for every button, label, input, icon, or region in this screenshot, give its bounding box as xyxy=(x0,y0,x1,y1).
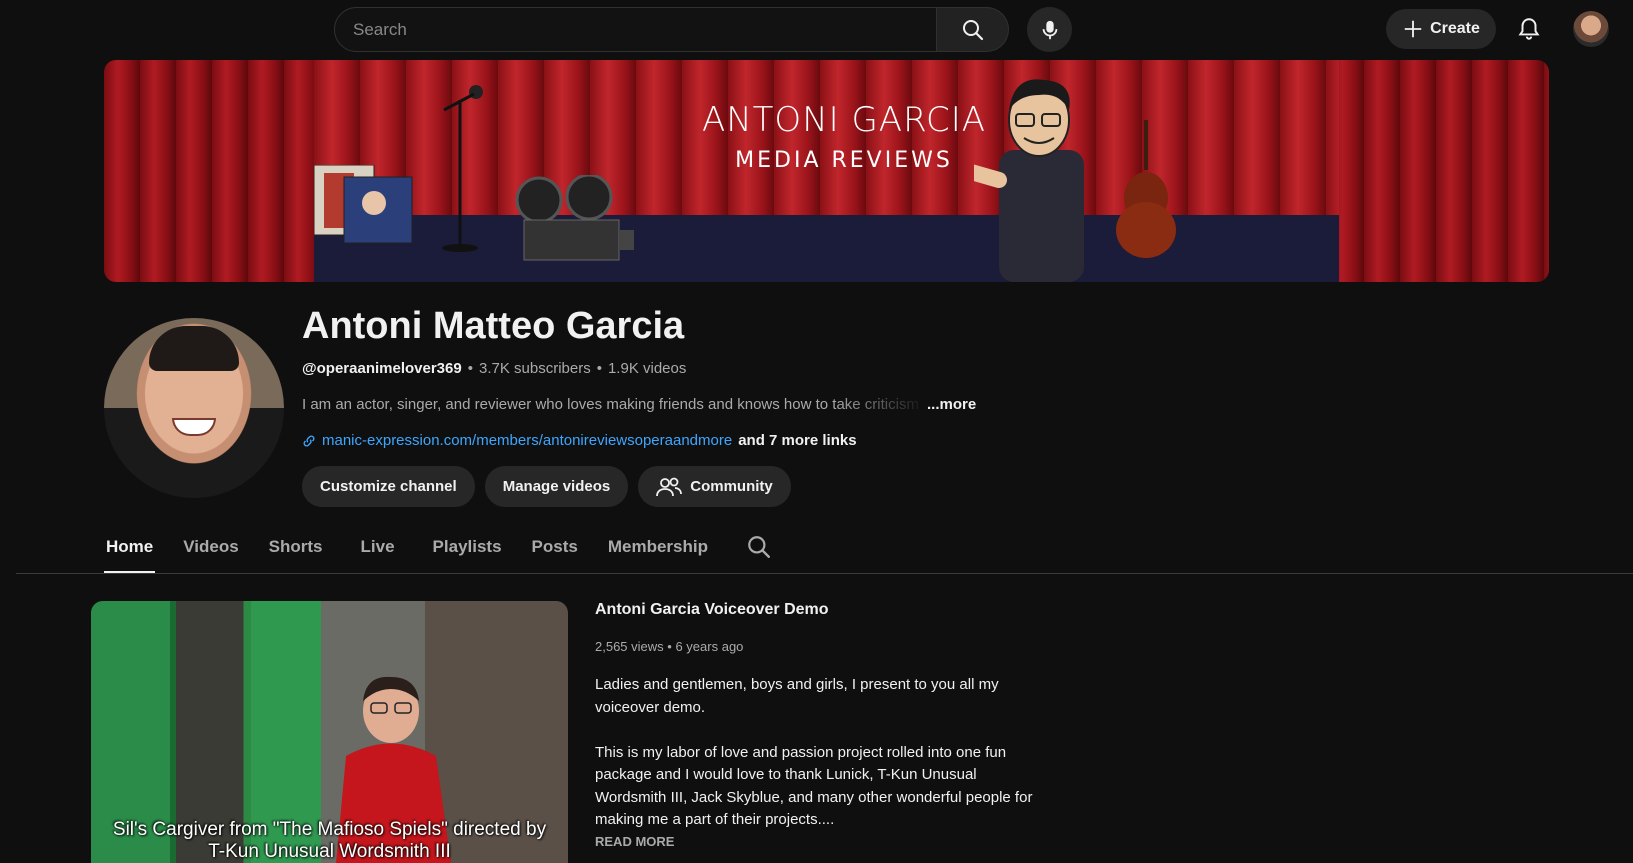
featured-video-title[interactable]: Antoni Garcia Voiceover Demo xyxy=(595,601,1035,619)
manage-videos-button[interactable]: Manage videos xyxy=(484,466,629,507)
tabs-divider xyxy=(16,573,1633,574)
channel-links: manic-expression.com/members/antonirevie… xyxy=(302,432,857,449)
cello-illustration xyxy=(1116,120,1176,258)
search-icon xyxy=(748,536,770,558)
channel-avatar[interactable] xyxy=(104,318,284,498)
channel-link-url[interactable]: manic-expression.com/members/antonirevie… xyxy=(322,432,732,449)
account-avatar[interactable] xyxy=(1573,11,1609,47)
create-label: Create xyxy=(1430,20,1480,37)
manage-videos-label: Manage videos xyxy=(502,478,611,495)
search-bar xyxy=(334,7,1009,52)
thumbnail-caption-line1: Sil's Cargiver from "The Mafioso Spiels"… xyxy=(112,819,547,840)
album-illustration xyxy=(314,165,413,244)
top-bar: Create xyxy=(0,0,1633,58)
community-button[interactable]: Community xyxy=(638,466,791,507)
search-icon xyxy=(962,19,983,40)
tab-membership[interactable]: Membership xyxy=(606,520,710,574)
video-views: 2,565 views xyxy=(595,639,664,654)
channel-name: Antoni Matteo Garcia xyxy=(302,305,685,347)
tab-home[interactable]: Home xyxy=(104,520,156,574)
channel-description[interactable]: I am an actor, singer, and reviewer who … xyxy=(302,396,982,413)
community-label: Community xyxy=(690,478,773,495)
create-button[interactable]: Create xyxy=(1386,9,1496,49)
description-more-link[interactable]: ...more xyxy=(927,396,976,413)
tab-posts[interactable]: Posts xyxy=(530,520,580,574)
bell-icon xyxy=(1518,18,1540,40)
channel-description-text: I am an actor, singer, and reviewer who … xyxy=(302,396,919,413)
film-camera-illustration xyxy=(515,175,634,261)
channel-banner: ANTONI GARCIA MEDIA REVIEWS xyxy=(104,60,1549,282)
featured-video-description: Ladies and gentlemen, boys and girls, I … xyxy=(595,676,1033,828)
tab-shorts[interactable]: Shorts xyxy=(267,520,325,574)
featured-video-thumbnail[interactable]: Sil's Cargiver from "The Mafioso Spiels"… xyxy=(91,601,568,863)
tab-videos[interactable]: Videos xyxy=(181,520,240,574)
tab-live[interactable]: Live xyxy=(359,520,397,574)
video-count: 1.9K videos xyxy=(607,360,687,377)
search-field-wrapper[interactable] xyxy=(334,7,937,52)
link-icon xyxy=(303,435,315,446)
video-age: 6 years ago xyxy=(675,639,744,654)
people-icon xyxy=(656,477,683,496)
meta-separator: • xyxy=(467,360,473,377)
voice-search-button[interactable] xyxy=(1027,7,1072,52)
channel-meta: @operaanimelover369 • 3.7K subscribers •… xyxy=(302,360,686,377)
notifications-button[interactable] xyxy=(1510,10,1548,48)
cartoon-host-illustration xyxy=(974,79,1084,282)
tab-playlists[interactable]: Playlists xyxy=(431,520,504,574)
channel-search-button[interactable] xyxy=(746,520,772,574)
more-links-button[interactable]: and 7 more links xyxy=(738,432,856,449)
avatar-smile xyxy=(172,418,216,436)
channel-handle: @operaanimelover369 xyxy=(302,360,462,377)
featured-video-stats: 2,565 views • 6 years ago xyxy=(595,639,1035,654)
featured-video-info: Antoni Garcia Voiceover Demo 2,565 views… xyxy=(595,601,1035,849)
channel-action-buttons: Customize channel Manage videos Communit… xyxy=(302,466,791,507)
customize-channel-label: Customize channel xyxy=(320,478,457,495)
plus-icon xyxy=(1404,20,1422,38)
search-input[interactable] xyxy=(353,19,936,40)
thumbnail-caption-line2: T-Kun Unusual Wordsmith III xyxy=(208,841,451,862)
search-button[interactable] xyxy=(937,7,1009,52)
microphone-icon xyxy=(1042,20,1057,39)
meta-separator: • xyxy=(596,360,602,377)
read-more-button[interactable]: READ MORE xyxy=(595,834,1035,849)
thumbnail-caption: Sil's Cargiver from "The Mafioso Spiels"… xyxy=(91,819,568,863)
microphone-stand-illustration xyxy=(442,85,483,252)
channel-tabs: Home Videos Shorts Live Playlists Posts … xyxy=(104,520,772,574)
customize-channel-button[interactable]: Customize channel xyxy=(302,466,475,507)
meta-separator: • xyxy=(667,639,672,654)
avatar-hair xyxy=(149,326,239,371)
subscriber-count: 3.7K subscribers xyxy=(478,360,591,377)
